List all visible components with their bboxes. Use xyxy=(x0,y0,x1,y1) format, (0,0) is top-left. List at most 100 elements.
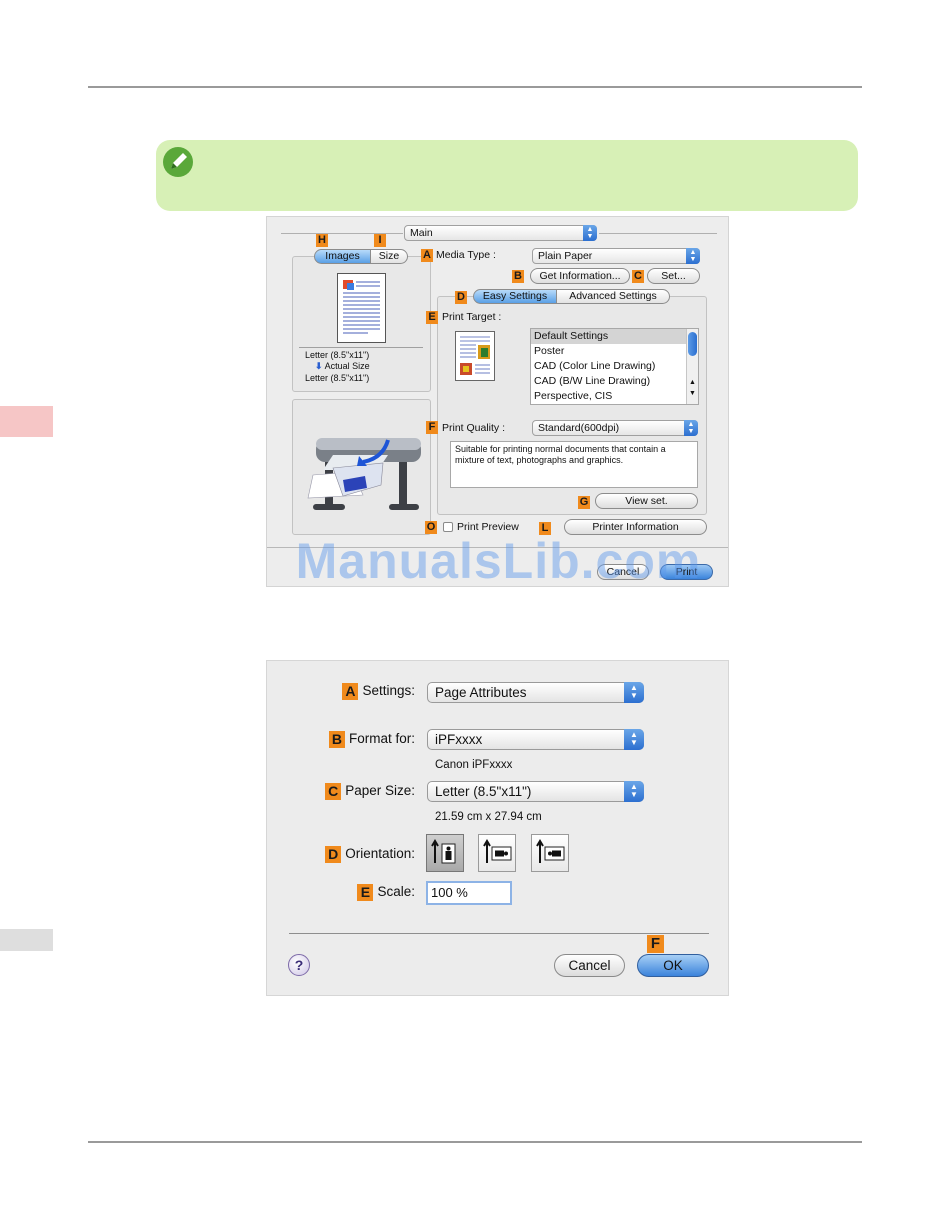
index-tab xyxy=(0,929,53,951)
actual-size-text: Actual Size xyxy=(324,361,370,371)
document-thumbnail-icon xyxy=(460,336,490,375)
label-F: F xyxy=(426,421,438,434)
settings-value: Page Attributes xyxy=(435,685,527,700)
popup-arrows-icon: ▲ ▼ xyxy=(624,682,644,703)
cancel-button[interactable]: Cancel xyxy=(554,954,625,977)
label-D: D xyxy=(325,846,342,863)
print-target-thumbnail xyxy=(455,331,495,381)
label-E: E xyxy=(426,311,438,324)
paper-size-label: Paper Size: xyxy=(345,783,415,798)
scale-row-label: E Scale: xyxy=(357,884,415,901)
pencil-note-icon xyxy=(163,147,193,177)
print-quality-popup[interactable]: Standard(600dpi) ▲ ▼ xyxy=(532,420,698,436)
format-label: Format for: xyxy=(348,731,415,746)
scroll-thumb[interactable] xyxy=(688,332,697,356)
list-item[interactable]: Default Settings xyxy=(531,329,698,344)
scale-label: Scale: xyxy=(377,884,415,899)
print-quality-label: Print Quality : xyxy=(442,422,506,434)
label-C: C xyxy=(325,783,342,800)
popup-arrows-icon: ▲ ▼ xyxy=(624,729,644,750)
list-item[interactable]: Perspective, CIS xyxy=(531,389,698,404)
actual-size-row: ⬇ Actual Size xyxy=(315,361,370,372)
tab-images[interactable]: Images xyxy=(314,249,371,264)
printer-illustration-group xyxy=(292,399,431,535)
printer-illustration-icon xyxy=(307,438,421,510)
landscape-orientation-icon xyxy=(483,839,512,863)
label-A: A xyxy=(421,249,433,262)
reverse-landscape-orientation-icon xyxy=(536,839,565,863)
print-target-list[interactable]: Default Settings Poster CAD (Color Line … xyxy=(530,328,699,405)
tab-easy-settings[interactable]: Easy Settings xyxy=(473,289,557,304)
tab-size[interactable]: Size xyxy=(370,249,408,264)
ok-button[interactable]: OK xyxy=(637,954,709,977)
page-setup-dialog: A Settings: Page Attributes ▲ ▼ B Format fo… xyxy=(266,660,729,996)
label-E: E xyxy=(357,884,374,901)
preview-separator xyxy=(299,347,423,348)
orientation-reverse-landscape-button[interactable] xyxy=(531,834,569,872)
list-item[interactable]: Poster xyxy=(531,344,698,359)
settings-popup[interactable]: Page Attributes ▲ ▼ xyxy=(427,682,644,703)
label-B: B xyxy=(512,270,524,283)
popup-arrows-icon: ▲ ▼ xyxy=(624,781,644,802)
main-popup-label: Main xyxy=(410,227,433,239)
main-popup[interactable]: Main ▲ ▼ xyxy=(404,225,597,241)
settings-row-label: A Settings: xyxy=(342,683,415,700)
size-to-text: Letter (8.5"x11") xyxy=(305,373,370,383)
tab-advanced-settings[interactable]: Advanced Settings xyxy=(556,289,670,304)
note-banner xyxy=(156,140,858,211)
format-for-popup[interactable]: iPFxxxx ▲ ▼ xyxy=(427,729,644,750)
popup-arrows-icon: ▲ ▼ xyxy=(684,420,698,436)
media-type-popup[interactable]: Plain Paper ▲ ▼ xyxy=(532,248,700,264)
print-quality-description: Suitable for printing normal documents t… xyxy=(450,441,698,488)
list-item[interactable]: CAD (B/W Line Drawing) xyxy=(531,374,698,389)
help-icon: ? xyxy=(294,957,304,973)
down-arrow-icon: ⬇ xyxy=(315,361,323,371)
paper-size-subtext: 21.59 cm x 27.94 cm xyxy=(435,811,542,823)
scroll-up-arrow-icon[interactable]: ▲ xyxy=(689,379,696,386)
footer-separator xyxy=(289,933,709,934)
label-H: H xyxy=(316,234,328,247)
top-rule xyxy=(88,86,862,88)
format-value: iPFxxxx xyxy=(435,732,483,747)
label-B: B xyxy=(328,731,345,748)
watermark-text: ManualsLib.com xyxy=(295,533,702,587)
size-from-text: Letter (8.5"x11") xyxy=(305,350,370,360)
paper-size-popup[interactable]: Letter (8.5"x11") ▲ ▼ xyxy=(427,781,644,802)
orientation-landscape-button[interactable] xyxy=(478,834,516,872)
chapter-tab xyxy=(0,406,53,437)
document-lines-icon xyxy=(343,280,380,334)
list-scrollbar[interactable]: ▲ ▼ xyxy=(686,329,698,404)
description-text: Suitable for printing normal documents t… xyxy=(455,444,666,465)
get-information-button[interactable]: Get Information... xyxy=(530,268,630,284)
page-thumbnail xyxy=(337,273,386,343)
print-target-label: Print Target : xyxy=(442,311,502,323)
label-C: C xyxy=(632,270,644,283)
label-G: G xyxy=(578,496,590,509)
scroll-down-arrow-icon[interactable]: ▼ xyxy=(689,390,696,397)
orientation-label: Orientation: xyxy=(345,846,415,861)
list-item[interactable]: CAD (Color Line Drawing) xyxy=(531,359,698,374)
print-dialog-main: Main ▲ ▼ H I Images Size Letter (8.5"x11"… xyxy=(266,216,729,587)
paper-size-row-label: C Paper Size: xyxy=(325,783,415,800)
orientation-portrait-button[interactable] xyxy=(426,834,464,872)
format-subtext: Canon iPFxxxx xyxy=(435,759,513,771)
bottom-rule xyxy=(88,1141,862,1143)
paper-size-value: Letter (8.5"x11") xyxy=(435,784,532,799)
portrait-orientation-icon xyxy=(431,839,456,864)
view-set-button[interactable]: View set. xyxy=(595,493,698,509)
label-D: D xyxy=(455,291,467,304)
scale-input[interactable]: 100 % xyxy=(426,881,512,905)
popup-arrows-icon: ▲ ▼ xyxy=(686,248,700,264)
set-button[interactable]: Set... xyxy=(647,268,700,284)
help-button[interactable]: ? xyxy=(288,954,310,976)
media-type-label: Media Type : xyxy=(436,249,496,261)
print-quality-value: Standard(600dpi) xyxy=(538,422,620,434)
popup-arrows-icon: ▲ ▼ xyxy=(583,225,597,241)
label-F: F xyxy=(647,935,664,953)
format-row-label: B Format for: xyxy=(328,731,415,748)
print-preview-checkbox[interactable] xyxy=(443,522,453,532)
orientation-row-label: D Orientation: xyxy=(325,846,415,863)
media-type-value: Plain Paper xyxy=(538,250,593,262)
label-A: A xyxy=(342,683,359,700)
settings-label: Settings: xyxy=(362,683,415,698)
